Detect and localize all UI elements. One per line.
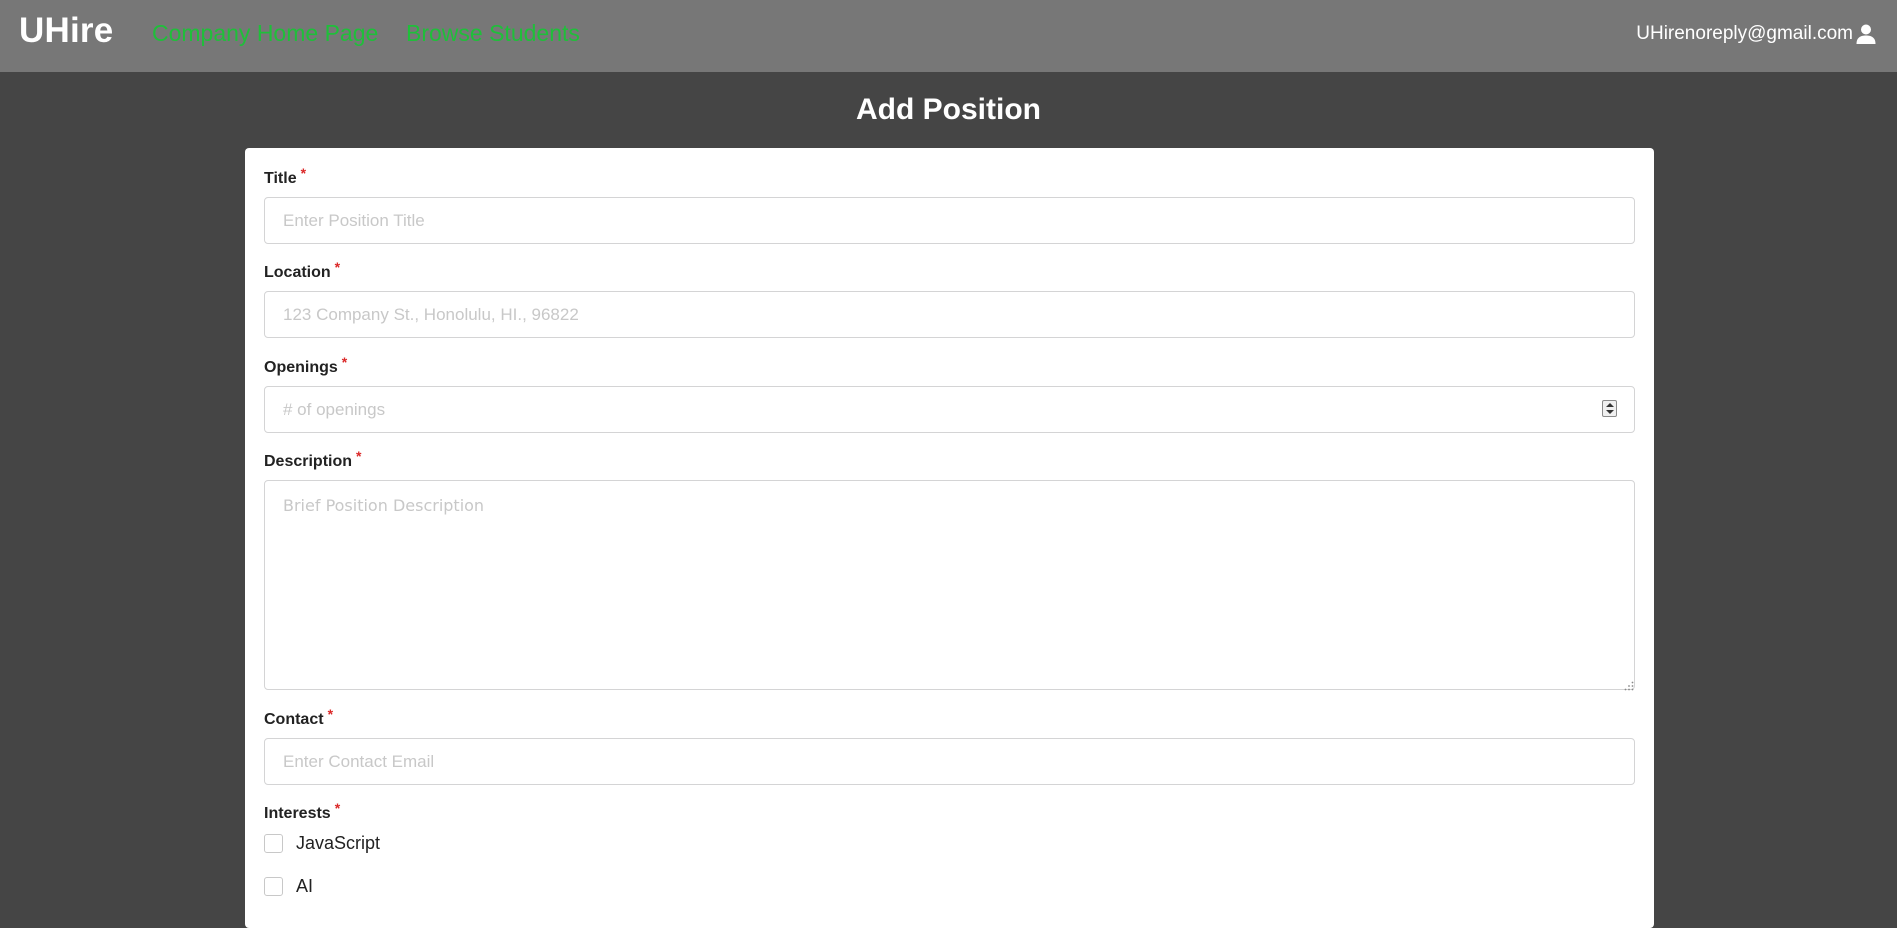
interest-option-label: JavaScript (296, 833, 381, 853)
user-menu[interactable]: UHirenoreply@gmail.com (1636, 23, 1877, 45)
interests-label: Interests * (264, 800, 340, 823)
title-input[interactable] (264, 197, 1635, 244)
required-marker: * (341, 354, 348, 370)
user-icon (1855, 23, 1877, 45)
add-position-form: Title* Location* Openings* Description* … (245, 148, 1654, 928)
location-label-text: Location (264, 264, 331, 281)
required-marker: * (334, 259, 341, 275)
stepper-up-icon[interactable] (1606, 403, 1614, 407)
page-title: Add Position (856, 93, 1041, 126)
stepper-down-icon[interactable] (1606, 410, 1614, 414)
required-marker: * (356, 448, 362, 464)
location-input[interactable] (264, 291, 1635, 338)
interest-option[interactable]: JavaScript (264, 833, 380, 854)
nav-company-home-link[interactable]: Company Home Page (152, 20, 378, 47)
interest-checkbox[interactable] (264, 834, 283, 853)
interests-label-text: Interests (264, 805, 331, 822)
openings-input[interactable] (264, 386, 1635, 433)
user-email: UHirenoreply@gmail.com (1636, 23, 1853, 44)
contact-input[interactable] (264, 738, 1635, 785)
nav-browse-students-link[interactable]: Browse Students (406, 20, 580, 47)
contact-label: Contact * (264, 706, 333, 729)
interest-option[interactable]: AI (264, 876, 313, 897)
openings-field (264, 386, 1635, 433)
title-label-text: Title (264, 170, 297, 187)
interest-checkbox[interactable] (264, 877, 283, 896)
required-marker: * (300, 165, 307, 181)
contact-label-text: Contact (264, 711, 324, 728)
description-label: Description * (264, 448, 361, 471)
required-marker: * (334, 800, 341, 816)
description-label-text: Description (264, 453, 353, 470)
description-textarea[interactable] (264, 480, 1635, 690)
resize-grip-icon[interactable] (1624, 678, 1634, 691)
location-label: Location * (264, 259, 340, 282)
openings-label: Openings * (264, 354, 347, 377)
brand-logo[interactable]: UHire (19, 11, 113, 51)
title-label: Title * (264, 165, 306, 188)
top-navbar: UHire Company Home Page Browse Students … (0, 0, 1897, 72)
interest-option-label: AI (296, 876, 314, 896)
required-marker: * (327, 706, 334, 722)
openings-stepper[interactable] (1602, 400, 1617, 417)
openings-label-text: Openings (264, 359, 338, 376)
